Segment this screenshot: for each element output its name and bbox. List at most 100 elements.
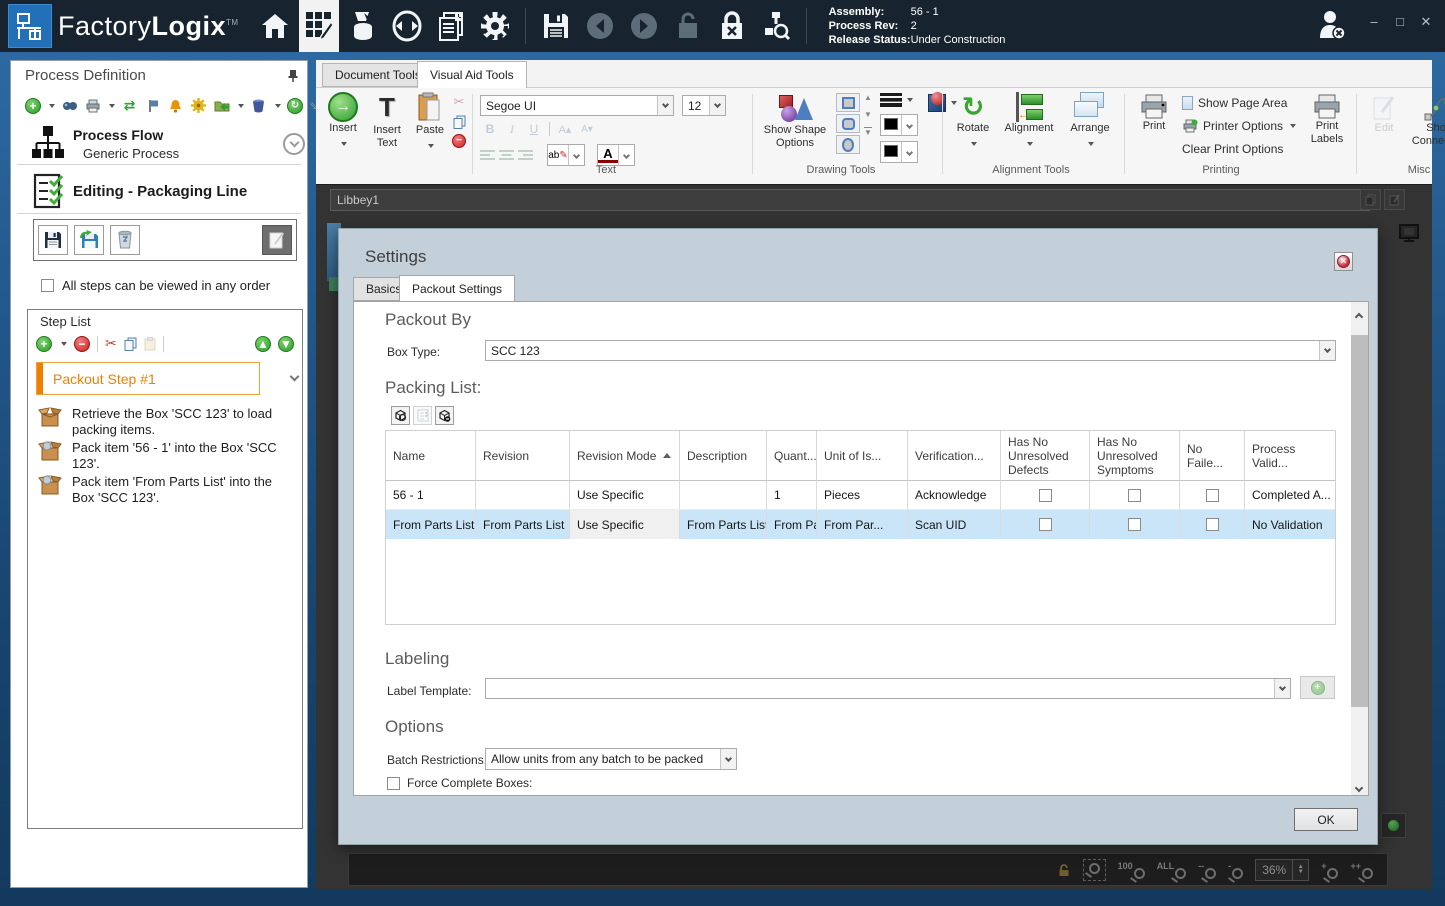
delete-step-button[interactable] [110,225,140,255]
box-type-select[interactable]: SCC 123 [485,340,1336,361]
redo-button[interactable] [624,3,664,49]
col-header[interactable]: Name [386,431,476,481]
add-icon[interactable]: + [25,97,41,114]
cut-icon[interactable]: ✂ [105,335,117,352]
no-failed-checkbox[interactable] [1205,518,1219,531]
insert-button[interactable]: → Insert [326,92,360,149]
zoom-fit-all-button[interactable]: ALL [1157,861,1187,879]
line-style-button[interactable] [880,93,913,107]
no-failed-checkbox[interactable] [1205,488,1219,502]
zoom-in-button[interactable]: + [1321,861,1339,879]
print-icon[interactable] [84,97,101,114]
grow-font-button[interactable]: A▴ [555,120,575,138]
col-header-sorted[interactable]: Revision Mode [570,431,680,481]
bucket-icon[interactable] [250,97,267,114]
align-left-icon[interactable] [480,149,495,162]
document-name-field[interactable]: Libbey1 [330,189,1370,211]
add-dropdown-icon[interactable] [49,103,55,108]
bucket-dropdown-icon[interactable] [275,103,281,108]
alignment-button[interactable]: ← Alignment [1000,92,1058,149]
col-header[interactable]: Quant... [767,431,817,481]
step-item[interactable]: Pack item '56 - 1' into the Box 'SCC 123… [38,440,296,472]
zoom-level-spinner[interactable]: 36% ▲ ▼ [1255,858,1310,881]
find-icon[interactable] [61,97,78,114]
process-search-button[interactable] [756,3,796,49]
maximize-button[interactable]: □ [1393,14,1407,30]
cut-icon[interactable]: ✂ [454,94,465,110]
fill-color-picker[interactable] [880,141,918,163]
paste-icon[interactable] [144,336,156,351]
highlight-color-picker[interactable]: ab✎ [547,144,585,166]
table-row-selected[interactable]: From Parts List From Parts List Use Spec… [386,510,1335,539]
copy-icon[interactable] [453,115,466,129]
stroke-color-picker[interactable] [880,114,918,136]
shrink-font-button[interactable]: A▾ [577,120,597,138]
print-dropdown-icon[interactable] [109,103,115,108]
add-label-template-button[interactable]: + [1300,676,1335,699]
shape-rectangle-button[interactable] [836,93,860,112]
unlock-icon[interactable] [668,3,708,49]
scrollbar-thumb[interactable] [1351,335,1368,707]
canvas-copy-icon[interactable] [1360,189,1381,210]
documents-button[interactable] [431,3,471,49]
save-as-button[interactable] [74,225,104,255]
show-shape-options-button[interactable]: Show Shape Options [760,94,830,150]
lock-close-button[interactable] [712,3,752,49]
shape-rounded-button[interactable] [836,114,860,133]
settings-gear-button[interactable] [475,3,515,49]
print-labels-button[interactable]: Print Labels [1304,94,1350,146]
col-header[interactable]: Unit of Is... [817,431,908,481]
align-center-icon[interactable] [499,149,514,162]
rotate-button[interactable]: ↻ Rotate [950,92,996,149]
save-step-button[interactable] [38,225,68,255]
import-dropdown-icon[interactable] [238,103,244,108]
dialog-close-button[interactable]: ✕ [1334,252,1353,271]
dialog-scrollbar[interactable] [1351,302,1368,795]
user-logout-icon[interactable] [1316,8,1348,42]
add-step-icon[interactable]: + [36,335,52,352]
zoom-out-more-button[interactable]: -- [1198,861,1217,879]
remove-part-icon[interactable] [435,406,454,425]
has-no-symptoms-checkbox[interactable] [1128,518,1141,531]
font-color-picker[interactable]: A [597,144,635,166]
flag-icon[interactable] [144,97,161,114]
col-header[interactable]: Has No Unresolved Defects [1001,431,1090,481]
zoom-region-button[interactable] [1082,858,1106,881]
col-header[interactable]: Process Valid... [1245,431,1335,481]
undo-button[interactable] [580,3,620,49]
underline-button[interactable]: U [524,120,544,138]
insert-text-button[interactable]: T Insert Text [366,92,408,150]
zoom-100-button[interactable]: 100 [1118,861,1145,879]
col-header[interactable]: No Faile... [1180,431,1245,481]
col-header[interactable]: Revision [476,431,570,481]
shape-more-icon[interactable]: ▼ [864,127,872,137]
selected-step[interactable]: Packout Step #1 [36,362,260,395]
pin-icon[interactable] [287,69,299,83]
add-step-dropdown-icon[interactable] [61,341,67,346]
delete-icon[interactable]: − [452,134,466,148]
col-header[interactable]: Has No Unresolved Symptoms [1090,431,1180,481]
font-size-select[interactable]: 12 [682,95,726,116]
edit-button[interactable]: Edit [1364,94,1404,135]
shape-scroll-down-icon[interactable]: ▼ [864,110,872,119]
expand-down-icon[interactable] [283,133,305,155]
remove-step-icon[interactable]: − [74,335,90,352]
view-part-icon[interactable] [391,406,410,425]
any-order-checkbox[interactable] [41,279,54,292]
save-button[interactable] [536,3,576,49]
copy-icon[interactable] [124,337,137,351]
minimize-button[interactable]: – [1367,14,1381,30]
shape-scroll-up-icon[interactable]: ▲ [864,93,872,102]
bell-icon[interactable] [167,97,184,114]
zoom-in-more-button[interactable]: ++ [1350,861,1373,879]
tab-packout-settings[interactable]: Packout Settings [399,275,516,301]
has-no-defects-checkbox[interactable] [1038,488,1052,502]
edit-mode-button[interactable] [262,225,292,255]
step-item[interactable]: Pack item 'From Parts List' into the Box… [38,474,296,506]
import-folder-icon[interactable] [213,97,230,114]
has-no-symptoms-checkbox[interactable] [1128,488,1141,502]
shape-ellipse-button[interactable] [836,135,860,154]
printer-options-button[interactable]: Printer Options [1182,119,1297,133]
materials-button[interactable] [343,3,383,49]
show-page-area-button[interactable]: Show Page Area [1182,96,1287,110]
